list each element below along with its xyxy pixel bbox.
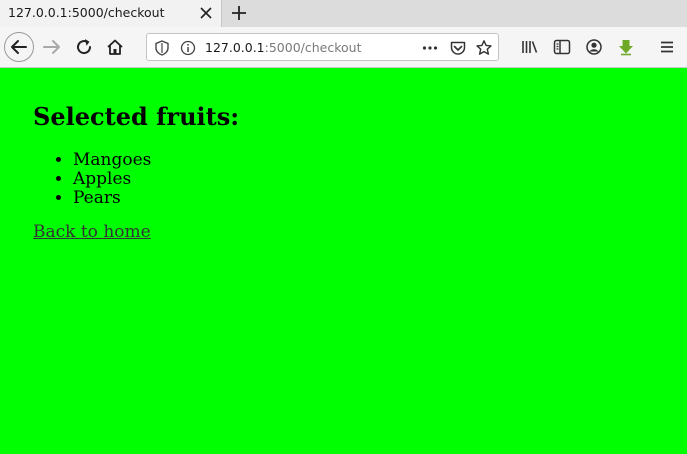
list-item: Apples	[73, 170, 151, 189]
download-arrow-icon[interactable]	[616, 37, 636, 57]
reload-icon[interactable]	[70, 33, 98, 61]
account-icon[interactable]	[584, 37, 604, 57]
back-button[interactable]	[4, 32, 34, 62]
plus-icon[interactable]	[228, 2, 250, 24]
forward-icon[interactable]	[38, 33, 66, 61]
star-icon[interactable]	[475, 39, 493, 57]
shield-icon[interactable]	[153, 39, 171, 57]
navigation-toolbar: 127.0.0.1:5000/checkout	[0, 27, 687, 68]
back-to-home-link[interactable]: Back to home	[33, 222, 151, 242]
url-path: :5000/checkout	[264, 40, 362, 55]
more-actions-icon[interactable]	[421, 39, 439, 57]
page-heading: Selected fruits:	[33, 102, 240, 131]
arrow-left-icon	[11, 40, 27, 54]
home-icon[interactable]	[101, 33, 129, 61]
list-item: Pears	[73, 189, 151, 208]
list-item: Mangoes	[73, 151, 151, 170]
info-icon[interactable]	[179, 39, 197, 57]
tab-title: 127.0.0.1:5000/checkout	[8, 5, 165, 20]
sidebar-icon[interactable]	[552, 37, 572, 57]
tab-strip: 127.0.0.1:5000/checkout	[0, 0, 687, 27]
library-icon[interactable]	[520, 37, 540, 57]
page-content: Selected fruits: Mangoes Apples Pears Ba…	[0, 68, 687, 454]
url-text[interactable]: 127.0.0.1:5000/checkout	[205, 40, 362, 55]
address-bar[interactable]: 127.0.0.1:5000/checkout	[146, 33, 499, 61]
tab-checkout[interactable]: 127.0.0.1:5000/checkout	[0, 0, 222, 27]
pocket-icon[interactable]	[449, 39, 467, 57]
close-icon[interactable]	[196, 3, 216, 23]
menu-icon[interactable]	[657, 37, 677, 57]
fruit-list: Mangoes Apples Pears	[33, 151, 151, 208]
url-host: 127.0.0.1	[205, 40, 265, 55]
